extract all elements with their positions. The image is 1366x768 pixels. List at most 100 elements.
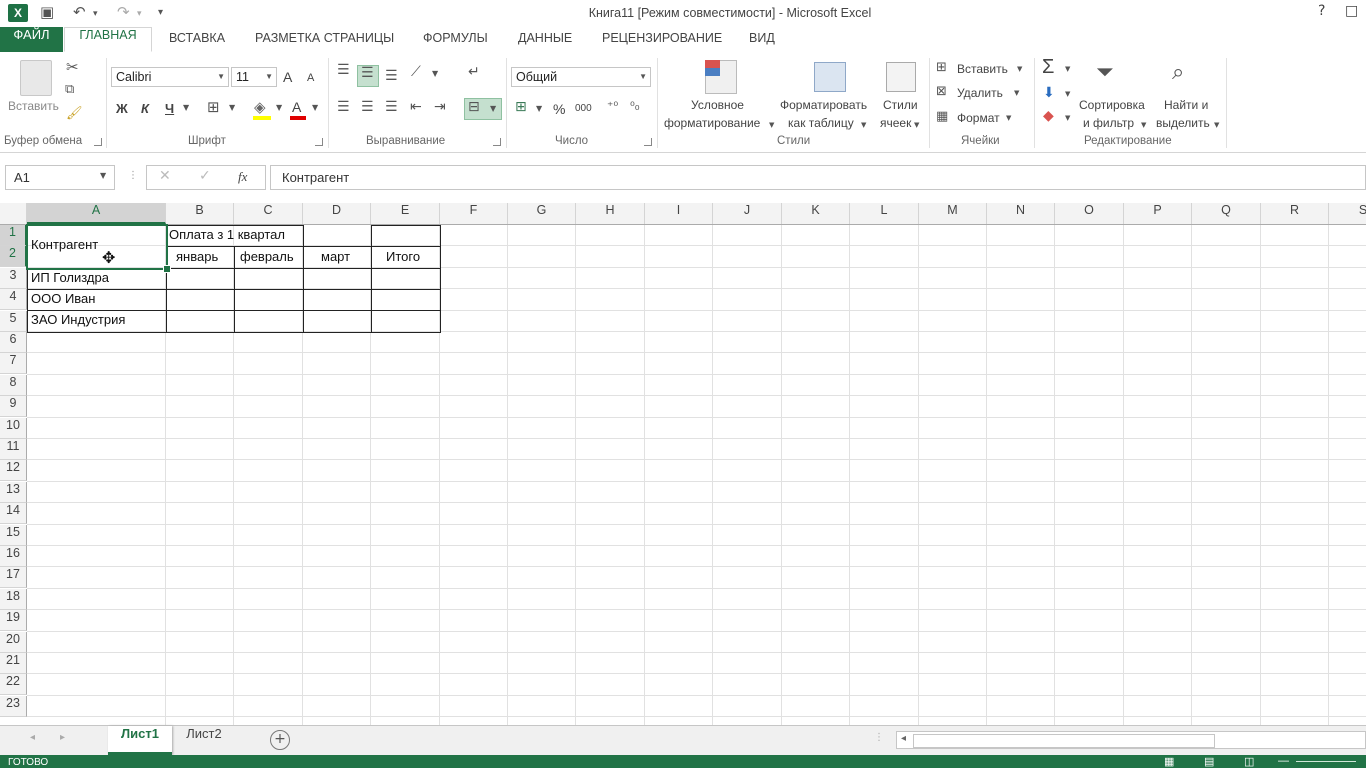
cell-d2[interactable]: март (321, 247, 350, 267)
underline-button[interactable]: Ч (165, 101, 174, 116)
sheet-tab-2[interactable]: Лист2 (176, 726, 232, 752)
cell-styles-dropdown-icon[interactable]: ▼ (914, 121, 919, 129)
scroll-sheets-right-icon[interactable]: ▸ (60, 732, 65, 743)
row-header-11[interactable]: 11 (0, 439, 27, 460)
row-header-16[interactable]: 16 (0, 546, 27, 567)
font-color-button[interactable]: A (292, 99, 301, 115)
format-table-dropdown-icon[interactable]: ▼ (861, 121, 866, 129)
column-header-f[interactable]: F (440, 203, 508, 224)
percent-button[interactable]: % (553, 101, 565, 117)
split-handle-icon[interactable]: ⋮ (874, 732, 884, 743)
underline-dropdown-icon[interactable]: ▼ (183, 103, 189, 112)
cell-a5[interactable]: ЗАО Индустрия (31, 310, 125, 330)
scroll-left-icon[interactable]: ◂ (901, 733, 906, 744)
row-header-22[interactable]: 22 (0, 674, 27, 695)
row-header-9[interactable]: 9 (0, 396, 27, 417)
select-all-corner[interactable] (0, 203, 27, 224)
decrease-indent-icon[interactable]: ⇤ (410, 99, 422, 115)
orientation-icon[interactable]: ⟋ (411, 64, 421, 80)
column-header-m[interactable]: M (919, 203, 987, 224)
clear-dropdown-icon[interactable]: ▼ (1065, 114, 1070, 122)
wrap-text-icon[interactable]: ↵ (468, 64, 480, 80)
number-format-select[interactable]: Общий ▼ (511, 67, 651, 87)
column-header-g[interactable]: G (508, 203, 576, 224)
sort-filter-label-1[interactable]: Сортировка (1079, 98, 1145, 112)
align-left-icon[interactable]: ☰ (337, 99, 350, 115)
sort-filter-icon[interactable]: ⏷ (1096, 60, 1114, 85)
font-size-select[interactable]: 11 ▼ (231, 67, 277, 87)
delete-cells-icon[interactable]: ⊠ (936, 84, 947, 99)
row-header-12[interactable]: 12 (0, 460, 27, 481)
cell-a4[interactable]: ООО Иван (31, 289, 95, 309)
tab-review[interactable]: РЕЦЕНЗИРОВАНИЕ (602, 31, 722, 45)
paste-button[interactable]: Вставить (8, 99, 59, 113)
merge-dropdown-icon[interactable]: ▼ (490, 104, 496, 113)
thousands-button[interactable]: 000 (575, 103, 592, 114)
font-launcher-icon[interactable] (315, 138, 323, 146)
conditional-formatting-label-2[interactable]: форматирование (664, 116, 760, 130)
format-cells-button[interactable]: Формат (957, 111, 1000, 125)
conditional-formatting-label-1[interactable]: Условное (691, 98, 744, 112)
row-header-14[interactable]: 14 (0, 503, 27, 524)
tab-page-layout[interactable]: РАЗМЕТКА СТРАНИЦЫ (255, 31, 394, 45)
column-header-e[interactable]: E (371, 203, 440, 224)
fill-dropdown-icon[interactable]: ▼ (276, 103, 282, 112)
fill-dropdown-icon[interactable]: ▼ (1065, 90, 1070, 98)
conditional-dropdown-icon[interactable]: ▼ (769, 121, 774, 129)
column-header-n[interactable]: N (987, 203, 1055, 224)
formula-bar-grip-icon[interactable]: ⋮ (128, 170, 138, 181)
clipboard-launcher-icon[interactable] (94, 138, 102, 146)
paste-icon[interactable] (20, 60, 52, 96)
format-as-table-icon[interactable] (814, 62, 846, 92)
sort-filter-dropdown-icon[interactable]: ▼ (1141, 121, 1146, 129)
cell-styles-label-1[interactable]: Стили (883, 98, 918, 112)
zoom-slider[interactable] (1296, 761, 1356, 762)
row-header-17[interactable]: 17 (0, 567, 27, 588)
format-cells-icon[interactable]: ▦ (936, 109, 948, 124)
column-header-a[interactable]: A (27, 203, 166, 224)
decrease-decimal-icon[interactable]: ⁰₀ (630, 99, 640, 113)
row-header-4[interactable]: 4 (0, 289, 27, 310)
page-layout-view-icon[interactable]: ▤ (1204, 755, 1214, 768)
column-header-s[interactable]: S (1329, 203, 1366, 224)
borders-dropdown-icon[interactable]: ▼ (229, 103, 235, 112)
insert-cells-icon[interactable]: ⊞ (936, 60, 947, 75)
format-painter-icon[interactable]: 🖌 (66, 106, 83, 121)
column-header-j[interactable]: J (713, 203, 782, 224)
enter-icon[interactable]: ✓ (199, 168, 211, 184)
cut-icon[interactable]: ✂ (66, 58, 79, 76)
cell-styles-label-2[interactable]: ячеек (880, 116, 911, 130)
find-select-dropdown-icon[interactable]: ▼ (1214, 121, 1219, 129)
cell-b2[interactable]: январь (176, 247, 218, 267)
column-header-q[interactable]: Q (1192, 203, 1261, 224)
cell-e2[interactable]: Итого (386, 247, 420, 267)
column-header-d[interactable]: D (303, 203, 371, 224)
row-header-1[interactable]: 1 (0, 225, 27, 246)
fill-icon[interactable]: ⬇ (1043, 85, 1055, 101)
cell-a1[interactable]: Контрагент (31, 235, 98, 255)
format-cells-dropdown-icon[interactable]: ▼ (1006, 114, 1011, 122)
horizontal-scrollbar[interactable]: ◂ (896, 731, 1366, 749)
tab-formulas[interactable]: ФОРМУЛЫ (423, 31, 488, 45)
clear-icon[interactable]: ◆ (1043, 108, 1054, 124)
name-box-dropdown-icon[interactable]: ▼ (100, 171, 106, 180)
autosum-button[interactable]: Σ (1042, 56, 1054, 79)
currency-format-icon[interactable]: ⊞ (515, 99, 527, 115)
font-name-select[interactable]: Calibri ▼ (111, 67, 229, 87)
find-select-label-1[interactable]: Найти и (1164, 98, 1208, 112)
format-as-table-label-2[interactable]: как таблицу (788, 116, 854, 130)
align-center-icon[interactable]: ☰ (361, 99, 374, 115)
zoom-out-icon[interactable]: — (1278, 755, 1289, 767)
worksheet-grid[interactable]: ABCDEFGHIJKLMNOPQRS 1 2 3 4 5 6 7 8 9 10 11 12 13 14 1… (0, 203, 1366, 725)
column-header-c[interactable]: C (234, 203, 303, 224)
increase-decimal-icon[interactable]: ⁺⁰ (607, 99, 618, 113)
new-sheet-button[interactable]: + (270, 730, 290, 750)
delete-cells-dropdown-icon[interactable]: ▼ (1014, 89, 1019, 97)
column-header-k[interactable]: K (782, 203, 850, 224)
find-select-label-2[interactable]: выделить (1156, 116, 1210, 130)
row-header-13[interactable]: 13 (0, 482, 27, 503)
bold-button[interactable]: Ж (116, 101, 128, 116)
tab-home[interactable]: ГЛАВНАЯ (64, 27, 152, 52)
column-header-p[interactable]: P (1124, 203, 1192, 224)
fill-color-icon[interactable]: ◈ (254, 98, 266, 116)
